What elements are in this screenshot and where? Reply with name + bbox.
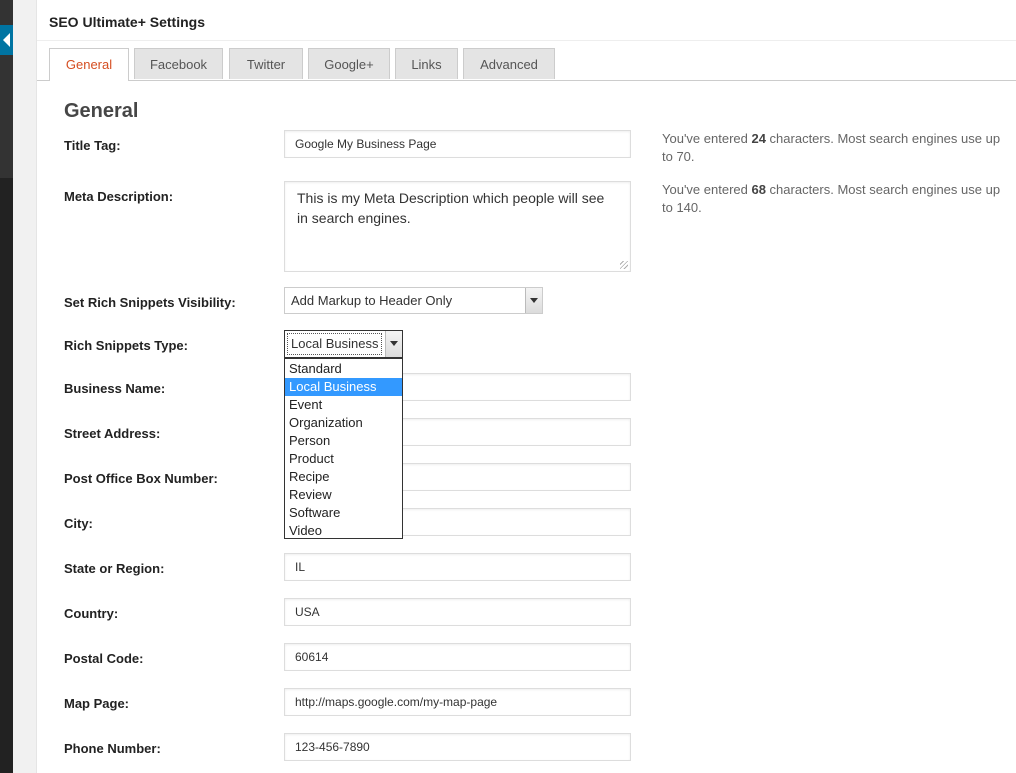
meta-description-textarea[interactable]: This is my Meta Description which people… — [284, 181, 631, 272]
tab-googleplus[interactable]: Google+ — [308, 48, 390, 79]
tab-bar: General Facebook Twitter Google+ Links A… — [37, 48, 1016, 81]
rich-visibility-select[interactable]: Add Markup to Header Only — [284, 287, 543, 314]
rich-visibility-value: Add Markup to Header Only — [291, 293, 453, 308]
po-box-label: Post Office Box Number: — [64, 471, 218, 486]
title-tag-hint: You've entered 24 characters. Most searc… — [662, 131, 1001, 164]
tab-facebook[interactable]: Facebook — [134, 48, 223, 79]
state-label: State or Region: — [64, 561, 165, 576]
title-tag-input[interactable]: Google My Business Page — [284, 130, 631, 158]
title-tag-label: Title Tag: — [64, 138, 121, 153]
postal-code-input[interactable]: 60614 — [284, 643, 631, 671]
phone-input[interactable]: 123-456-7890 — [284, 733, 631, 761]
option-video[interactable]: Video — [285, 522, 402, 540]
panel-title: SEO Ultimate+ Settings — [49, 14, 205, 30]
option-local-business[interactable]: Local Business — [285, 378, 402, 396]
option-software[interactable]: Software — [285, 504, 402, 522]
option-recipe[interactable]: Recipe — [285, 468, 402, 486]
rich-type-select[interactable]: Local Business — [284, 330, 403, 358]
rich-type-label: Rich Snippets Type: — [64, 338, 188, 353]
rich-type-dropdown: Standard Local Business Event Organizati… — [284, 358, 403, 539]
chevron-down-icon[interactable] — [525, 288, 542, 313]
resize-grip-icon[interactable] — [620, 261, 628, 269]
business-name-label: Business Name: — [64, 381, 166, 396]
state-input[interactable]: IL — [284, 553, 631, 581]
rich-visibility-label: Set Rich Snippets Visibility: — [64, 295, 236, 310]
city-label: City: — [64, 516, 93, 531]
tab-general[interactable]: General — [49, 48, 129, 81]
country-label: Country: — [64, 606, 119, 621]
tab-advanced[interactable]: Advanced — [463, 48, 555, 79]
phone-label: Phone Number: — [64, 741, 161, 756]
chevron-down-icon[interactable] — [385, 331, 402, 357]
option-event[interactable]: Event — [285, 396, 402, 414]
option-product[interactable]: Product — [285, 450, 402, 468]
street-address-label: Street Address: — [64, 426, 161, 441]
panel-header: SEO Ultimate+ Settings — [37, 0, 1016, 41]
admin-sidebar — [0, 0, 13, 773]
meta-description-text: This is my Meta Description which people… — [297, 190, 605, 226]
map-page-label: Map Page: — [64, 696, 130, 711]
option-standard[interactable]: Standard — [285, 360, 402, 378]
tab-twitter[interactable]: Twitter — [229, 48, 303, 79]
rich-type-value: Local Business — [287, 333, 383, 355]
option-person[interactable]: Person — [285, 432, 402, 450]
meta-description-hint: You've entered 68 characters. Most searc… — [662, 182, 1001, 215]
option-organization[interactable]: Organization — [285, 414, 402, 432]
country-input[interactable]: USA — [284, 598, 631, 626]
collapse-arrow-icon[interactable] — [0, 25, 13, 55]
settings-panel: SEO Ultimate+ Settings General Facebook … — [36, 0, 1016, 773]
map-page-input[interactable]: http://maps.google.com/my-map-page — [284, 688, 631, 716]
section-title: General — [64, 100, 139, 122]
meta-description-label: Meta Description: — [64, 189, 174, 204]
option-review[interactable]: Review — [285, 486, 402, 504]
postal-code-label: Postal Code: — [64, 651, 144, 666]
tab-links[interactable]: Links — [395, 48, 458, 79]
